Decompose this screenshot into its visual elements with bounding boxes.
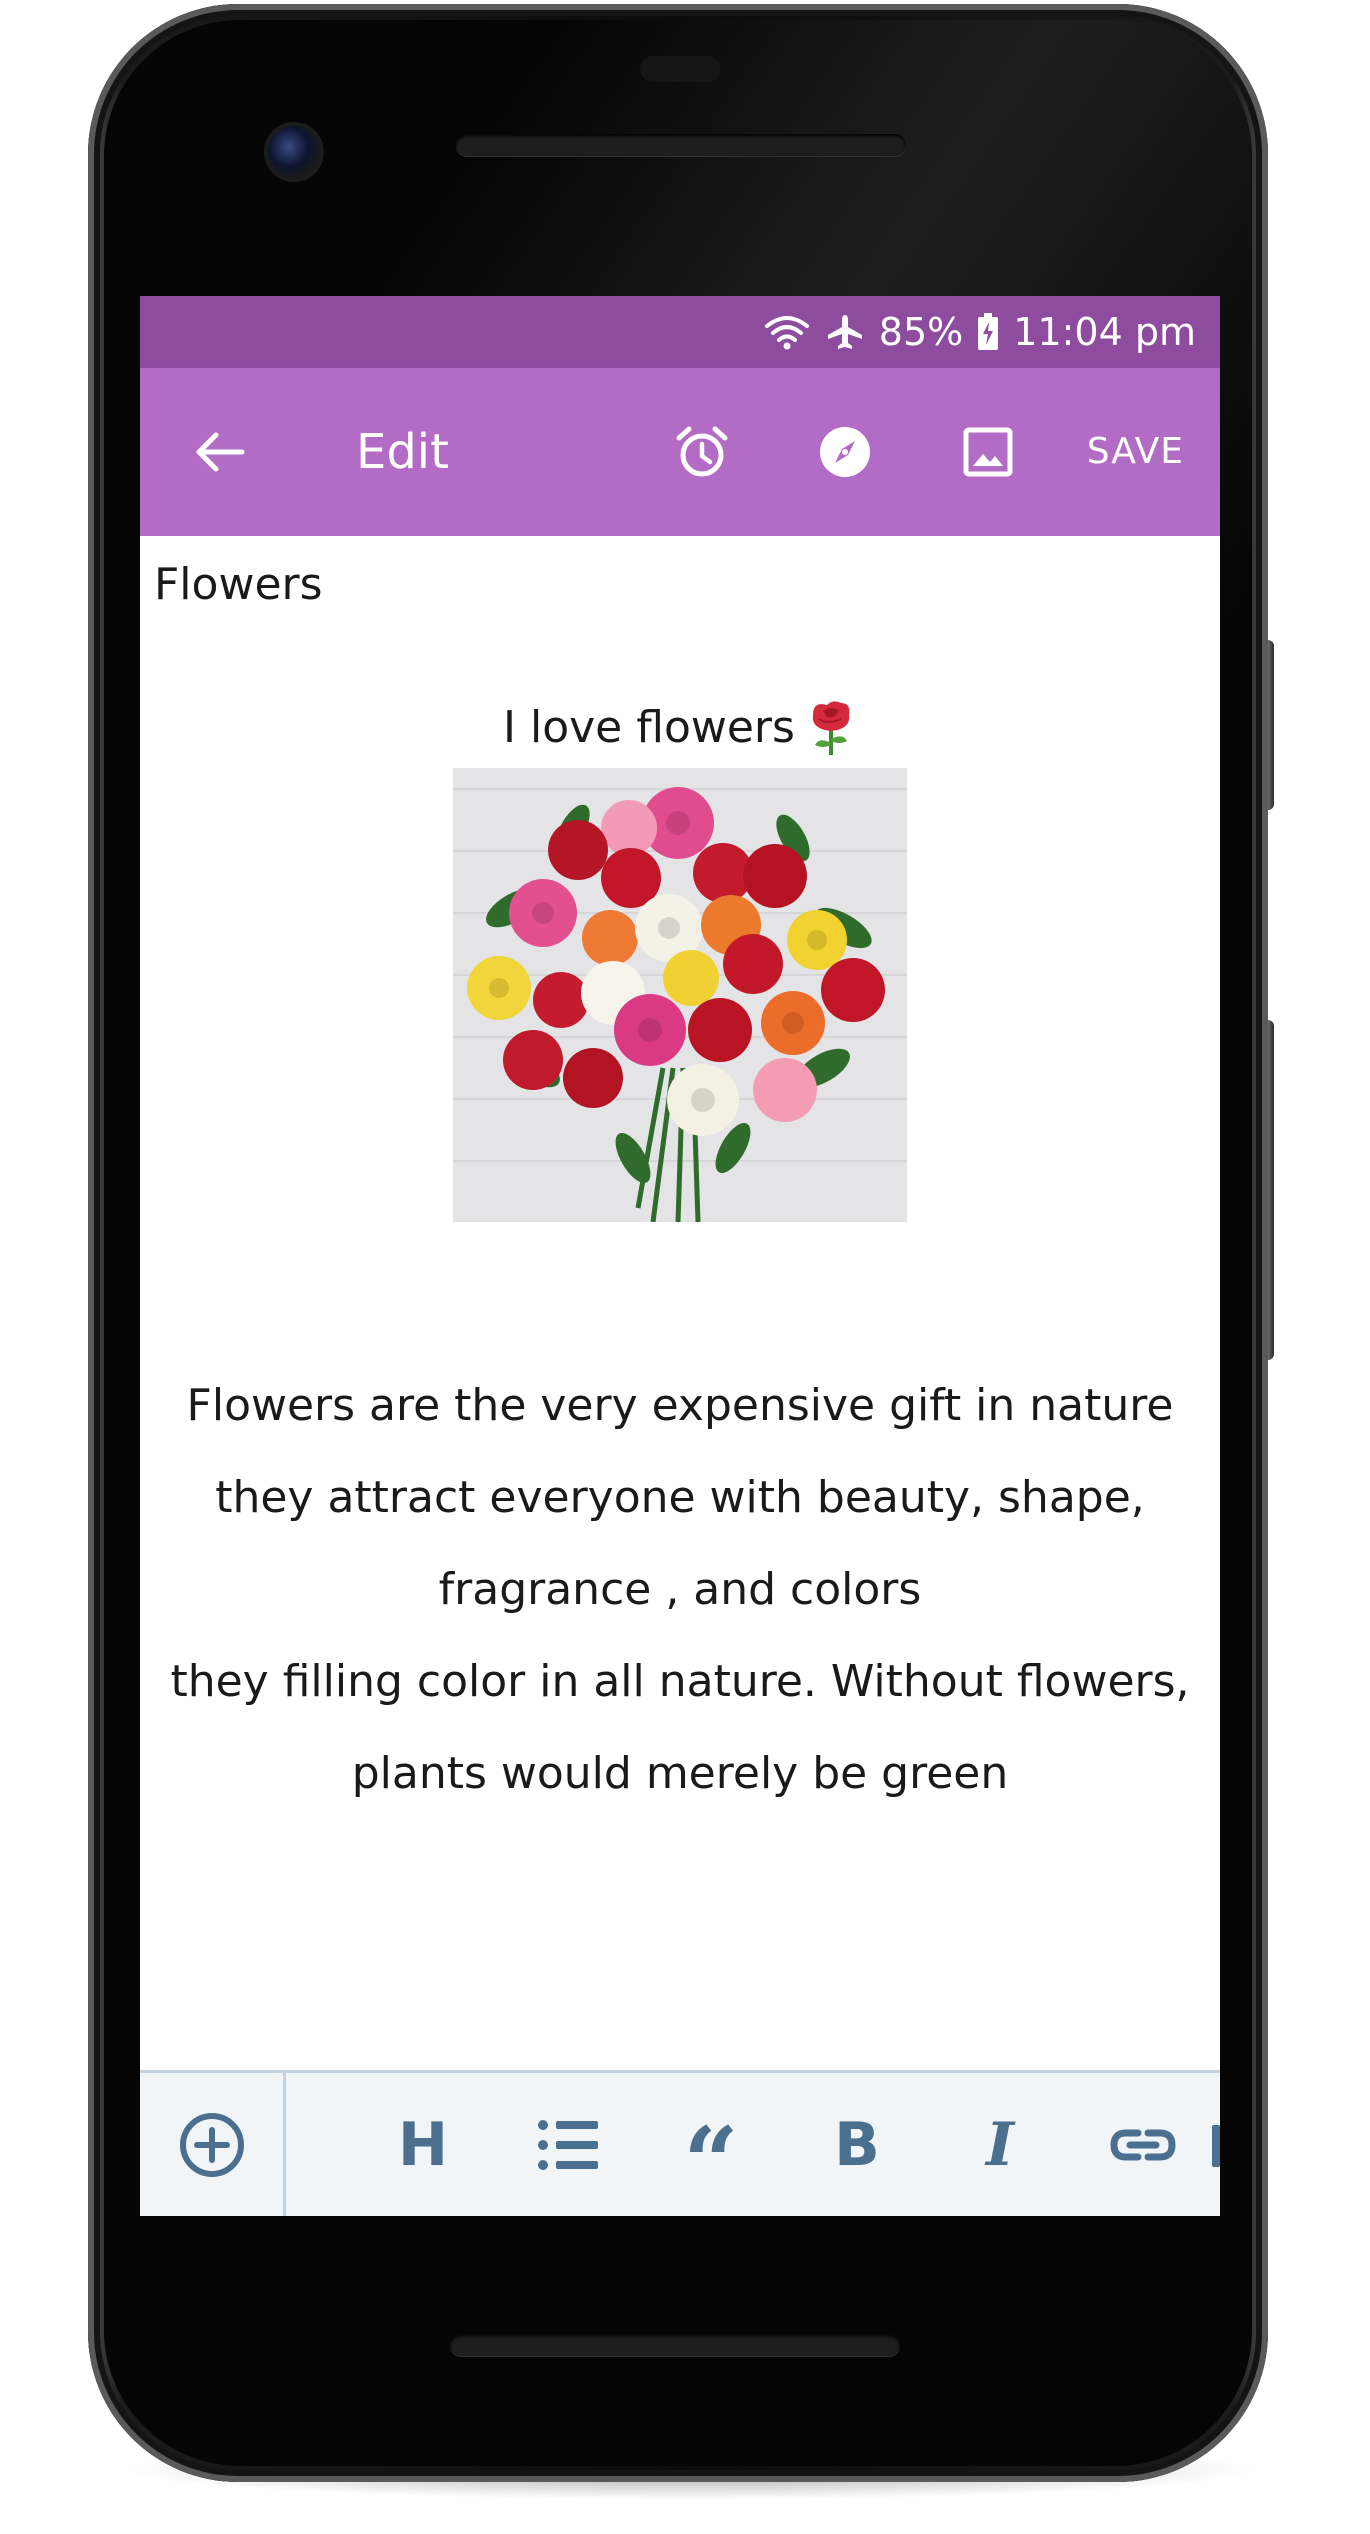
paragraph-line: fragrance , and colors: [438, 1564, 922, 1615]
device-mockup: 85% 11:04 pm Edit SAVE Flowers I love fl…: [0, 0, 1370, 2534]
bold-icon[interactable]: B: [807, 2073, 907, 2216]
app-toolbar: Edit SAVE: [140, 368, 1220, 536]
wifi-icon: [763, 312, 811, 352]
note-heading-line: I love flowers: [140, 696, 1220, 760]
add-icon[interactable]: [140, 2073, 286, 2216]
editor-content: I love flowers: [140, 536, 1220, 2070]
alarm-icon[interactable]: [672, 422, 732, 482]
bullet-list-icon[interactable]: [518, 2073, 618, 2216]
toolbar-title: Edit: [356, 424, 449, 480]
paragraph-line: they attract everyone with beauty, shape…: [215, 1472, 1145, 1523]
formatting-toolbar: H “ B I: [140, 2070, 1220, 2216]
paragraph-line: they filling color in all nature. Withou…: [170, 1656, 1190, 1707]
note-paragraph: Flowers are the very expensive gift in n…: [140, 1360, 1220, 1820]
paragraph-line: plants would merely be green: [351, 1748, 1009, 1799]
link-icon[interactable]: [1093, 2073, 1193, 2216]
quote-icon[interactable]: “: [661, 2073, 761, 2216]
bold-label: B: [834, 2109, 880, 2180]
paragraph-line: Flowers are the very expensive gift in n…: [186, 1380, 1174, 1431]
rose-icon: [805, 699, 857, 757]
airplane-icon: [825, 312, 865, 352]
phone-screen: 85% 11:04 pm Edit SAVE Flowers I love fl…: [140, 296, 1220, 2216]
back-arrow-icon[interactable]: [190, 422, 250, 482]
heading-icon[interactable]: H: [373, 2073, 473, 2216]
battery-percent: 85%: [878, 310, 964, 354]
more-format-icon[interactable]: [1212, 2125, 1220, 2167]
compass-icon[interactable]: [815, 422, 875, 482]
proximity-sensor: [640, 56, 720, 82]
note-title-field[interactable]: [152, 558, 1156, 611]
front-camera: [268, 126, 320, 178]
italic-label: I: [985, 2109, 1015, 2180]
save-button[interactable]: SAVE: [1087, 426, 1184, 478]
note-body[interactable]: I love flowers Flowers are the very expe…: [140, 696, 1220, 1820]
bouquet-image[interactable]: [453, 768, 907, 1223]
battery-icon: [977, 313, 999, 351]
image-icon[interactable]: [958, 422, 1018, 482]
status-bar: 85% 11:04 pm: [140, 296, 1220, 368]
bottom-speaker: [450, 2334, 900, 2356]
earpiece-speaker: [456, 134, 906, 156]
note-heading: I love flowers: [503, 702, 795, 753]
heading-label: H: [397, 2109, 449, 2180]
status-time: 11:04 pm: [1013, 310, 1196, 354]
italic-icon[interactable]: I: [950, 2073, 1050, 2216]
quote-label: “: [683, 2105, 739, 2216]
